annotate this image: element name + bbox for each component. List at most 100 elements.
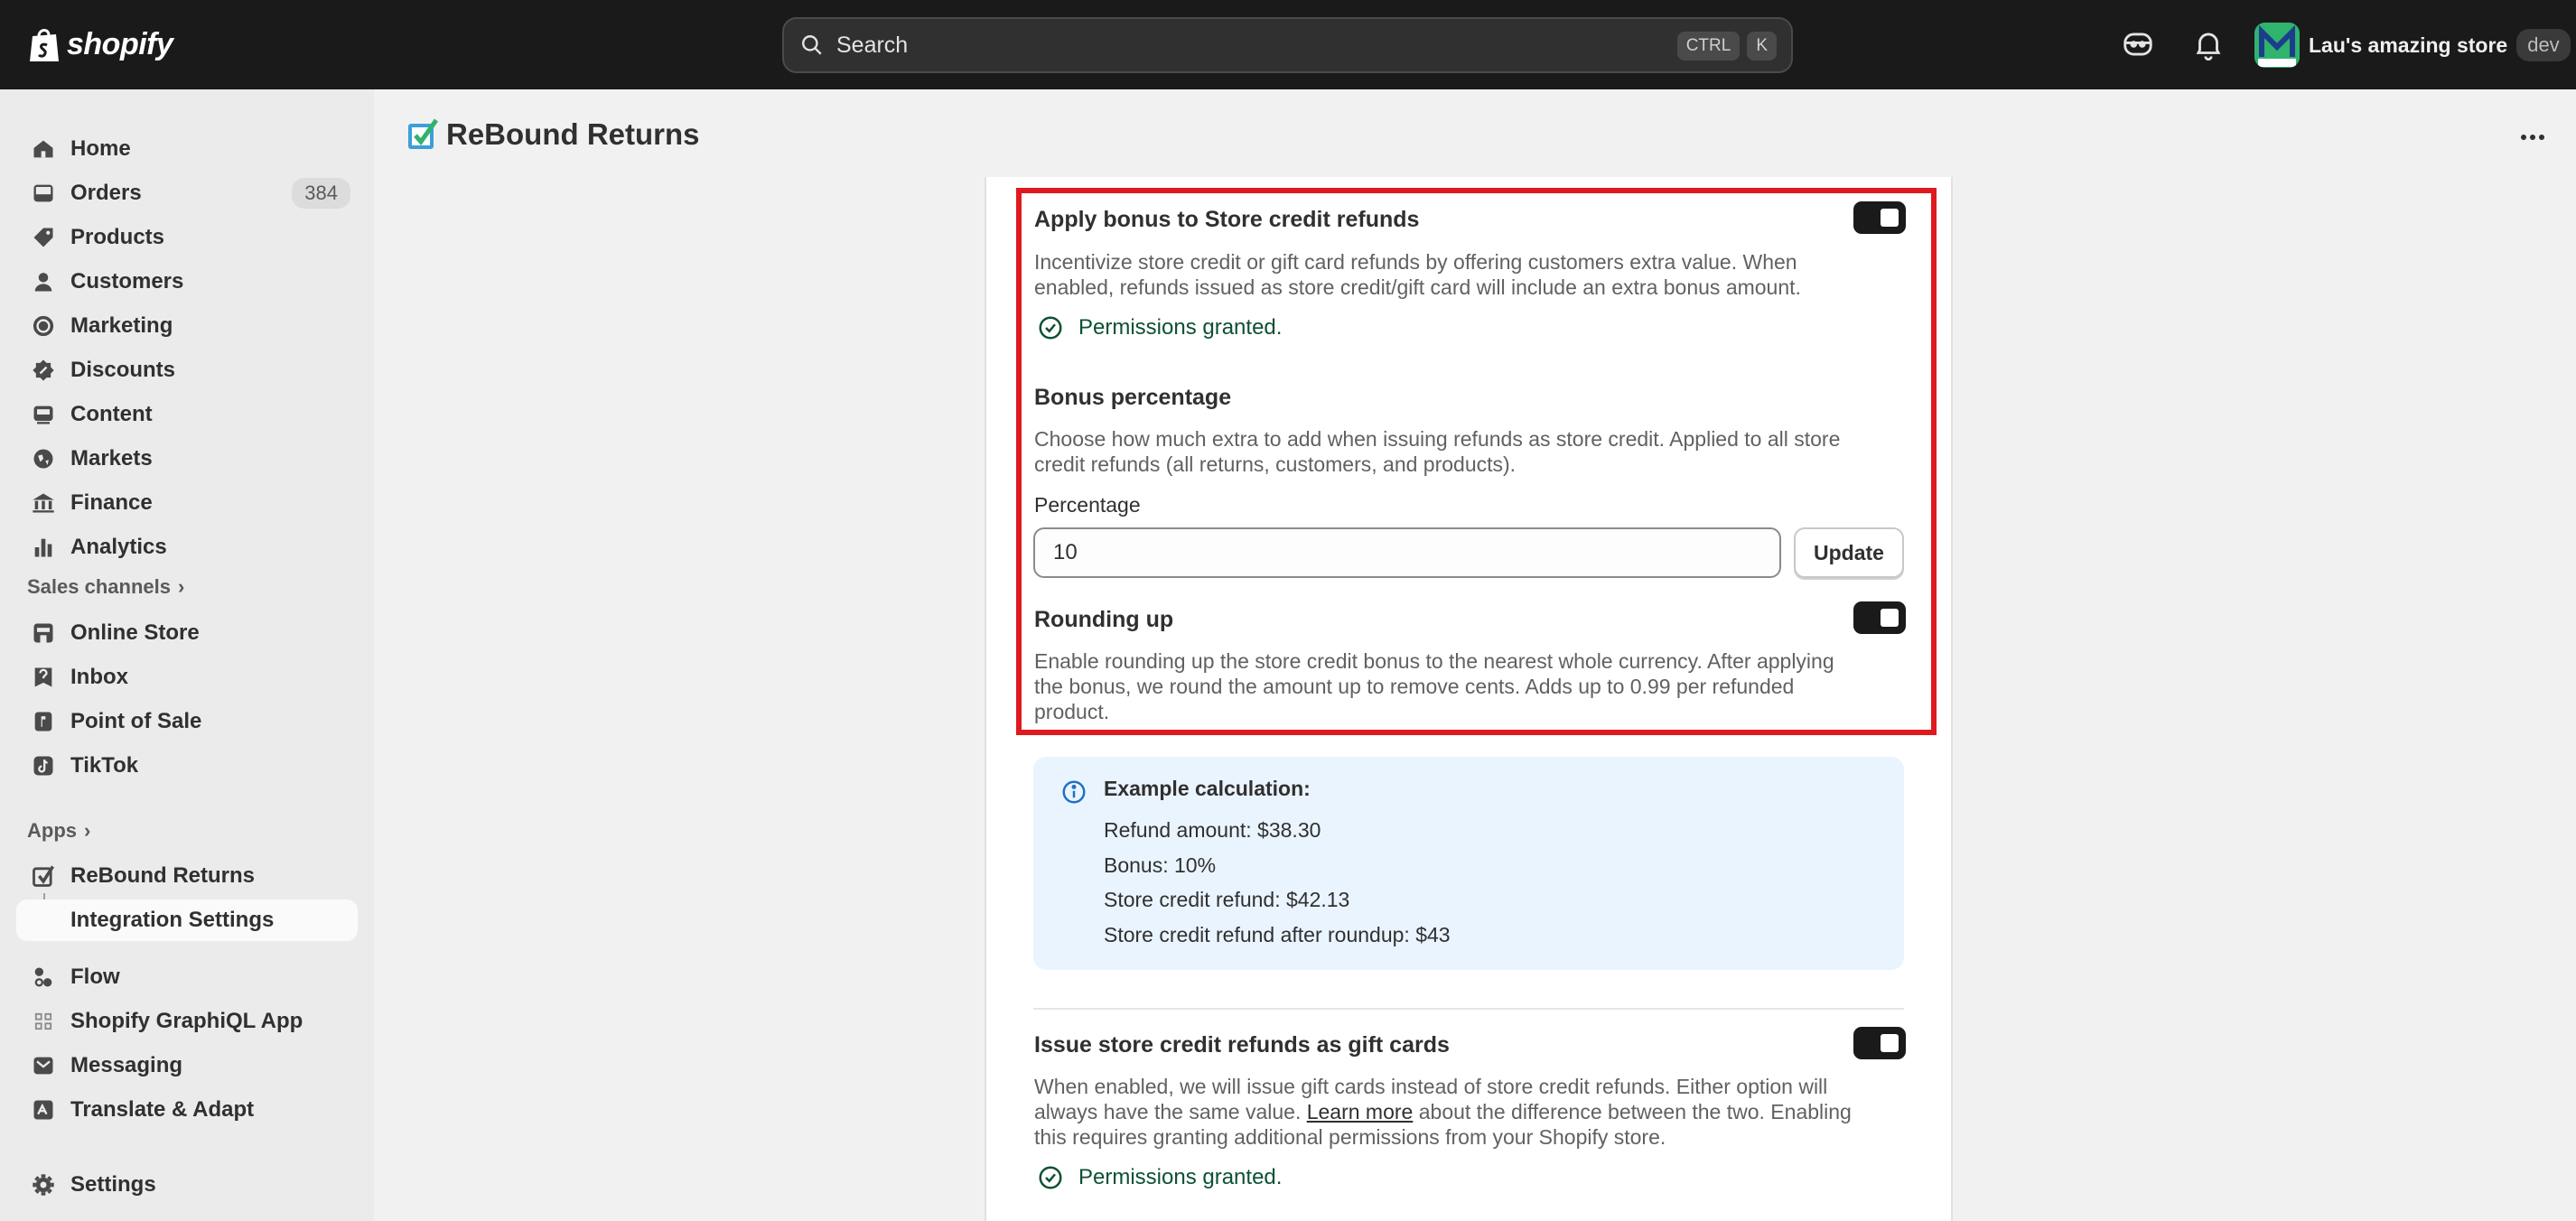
chevron-right-icon: › <box>177 575 185 598</box>
example-line: Bonus: 10% <box>1104 853 1217 877</box>
gift-cards-description-pre: always have the same value. <box>1034 1100 1302 1123</box>
section-divider <box>1033 1008 1904 1010</box>
sidebar-item-label: Point of Sale <box>70 709 202 733</box>
sidebar-item-translate[interactable]: Translate & Adapt <box>16 1089 358 1131</box>
sidebar-item-inbox[interactable]: Inbox <box>16 657 358 698</box>
sidebar-item-finance[interactable]: Finance <box>16 482 358 524</box>
learn-more-link[interactable]: Learn more <box>1307 1100 1414 1123</box>
more-actions-button[interactable] <box>2513 121 2553 154</box>
orders-count-badge: 384 <box>292 178 350 209</box>
person-icon <box>34 273 52 292</box>
search-bar[interactable]: Search CTRL K <box>782 17 1793 73</box>
info-icon <box>1062 780 1086 804</box>
inbox-icon <box>34 667 52 687</box>
apps-label: Apps <box>27 819 77 842</box>
search-placeholder: Search <box>836 32 909 58</box>
sidebar-item-label: Products <box>70 225 165 249</box>
sidebar-item-label: TikTok <box>70 753 139 778</box>
dot-icon <box>2539 135 2544 140</box>
sidebar-item-online-store[interactable]: Online Store <box>16 612 358 654</box>
rebound-app-logo-icon <box>408 118 439 149</box>
gift-cards-permission-status: Permissions granted. <box>1037 1164 1282 1191</box>
sidebar-item-discounts[interactable]: Discounts <box>16 350 358 391</box>
sidebar-item-label: Marketing <box>70 313 173 338</box>
tag-icon <box>33 228 53 247</box>
tiktok-icon <box>33 756 53 776</box>
sidebar-item-settings[interactable]: Settings <box>16 1164 358 1206</box>
gift-cards-description-line3: this requires granting additional permis… <box>1034 1125 1666 1149</box>
sidebar-item-content[interactable]: Content <box>16 394 358 435</box>
sidebar-item-label: Inbox <box>70 665 128 689</box>
chevron-right-icon: › <box>84 819 91 842</box>
apps-heading[interactable]: Apps › <box>27 819 90 843</box>
sidebar-item-label: Markets <box>70 446 153 471</box>
gift-cards-toggle[interactable] <box>1853 1027 1906 1059</box>
logo-text: shopify <box>67 26 173 61</box>
kbd-k: K <box>1747 32 1777 61</box>
kbd-ctrl: CTRL <box>1676 32 1741 61</box>
sidebar-item-label: Online Store <box>70 620 200 645</box>
sales-channels-heading[interactable]: Sales channels › <box>27 575 184 599</box>
sidebar-item-markets[interactable]: Markets <box>16 438 358 480</box>
orders-icon <box>33 184 53 202</box>
graphiql-icon <box>34 1012 52 1030</box>
bank-icon <box>33 493 54 513</box>
target-icon <box>33 315 54 337</box>
store-badge: dev <box>2516 29 2571 61</box>
gift-cards-description-line1: When enabled, we will issue gift cards i… <box>1034 1075 1828 1098</box>
globe-icon <box>33 449 53 469</box>
sidebar-item-label: Customers <box>70 269 184 294</box>
example-line: Store credit refund: $42.13 <box>1104 888 1350 911</box>
pos-icon <box>34 712 52 732</box>
gift-cards-permission-text: Permissions granted. <box>1078 1165 1283 1189</box>
store-name: Lau's amazing store <box>2309 33 2508 57</box>
gift-cards-description-post: about the difference between the two. En… <box>1418 1100 1852 1123</box>
shopify-logo[interactable]: shopify <box>27 23 173 65</box>
example-calculation-box: Example calculation: Refund amount: $38.… <box>1033 757 1904 970</box>
example-line: Store credit refund after roundup: $43 <box>1104 923 1451 946</box>
flow-icon <box>34 967 52 987</box>
sidebar-item-label: Orders <box>70 181 142 205</box>
sidebar-item-label: Home <box>70 136 131 161</box>
sidebar-item-integration-settings[interactable]: Integration Settings <box>16 899 358 941</box>
highlight-box <box>1016 188 1937 735</box>
home-icon <box>33 140 53 158</box>
example-line: Refund amount: $38.30 <box>1104 818 1321 842</box>
storefront-icon <box>33 623 53 643</box>
search-shortcut: CTRL K <box>1676 32 1777 61</box>
sidebar-item-home[interactable]: Home <box>16 128 358 170</box>
sidekick-icon[interactable] <box>2121 27 2155 61</box>
sidebar-item-label: Discounts <box>70 358 176 382</box>
sidebar-item-label: Flow <box>70 965 120 989</box>
sidebar-item-customers[interactable]: Customers <box>16 261 358 303</box>
sidebar-item-label: Settings <box>70 1172 156 1197</box>
sidebar-item-tiktok[interactable]: TikTok <box>16 745 358 787</box>
gear-icon <box>33 1174 54 1196</box>
store-logo-icon <box>2254 23 2300 68</box>
sidebar-item-graphiql[interactable]: Shopify GraphiQL App <box>16 1001 358 1042</box>
sidebar-item-flow[interactable]: Flow <box>16 956 358 998</box>
check-circle-icon <box>1039 1166 1062 1189</box>
sidebar-item-analytics[interactable]: Analytics <box>16 527 358 568</box>
sidebar-item-orders[interactable]: Orders 384 <box>16 172 358 214</box>
sidebar-item-label: Translate & Adapt <box>70 1097 255 1122</box>
sidebar-item-rebound-returns[interactable]: ReBound Returns <box>16 855 358 897</box>
top-bar: shopify Search CTRL K Lau's amazing stor… <box>0 0 2576 89</box>
sidebar-item-label: Messaging <box>70 1053 183 1077</box>
sidebar-item-marketing[interactable]: Marketing <box>16 305 358 347</box>
shopify-bag-icon <box>30 29 59 61</box>
sidebar-item-label: Shopify GraphiQL App <box>70 1009 303 1033</box>
sidebar-item-messaging[interactable]: Messaging <box>16 1045 358 1086</box>
bell-icon[interactable] <box>2191 27 2226 61</box>
sidebar-item-products[interactable]: Products <box>16 217 358 258</box>
sales-channels-label: Sales channels <box>27 575 171 598</box>
store-avatar <box>2254 23 2300 68</box>
store-switcher[interactable]: Lau's amazing store dev <box>2254 22 2571 69</box>
dot-icon <box>2530 135 2535 140</box>
rebound-icon <box>33 865 54 887</box>
sidebar-item-point-of-sale[interactable]: Point of Sale <box>16 701 358 742</box>
sidebar-item-label: Integration Settings <box>70 908 275 932</box>
dot-icon <box>2521 135 2526 140</box>
page-title: ReBound Returns <box>446 117 700 151</box>
gift-cards-description-line2: always have the same value. Learn more a… <box>1034 1099 1852 1124</box>
